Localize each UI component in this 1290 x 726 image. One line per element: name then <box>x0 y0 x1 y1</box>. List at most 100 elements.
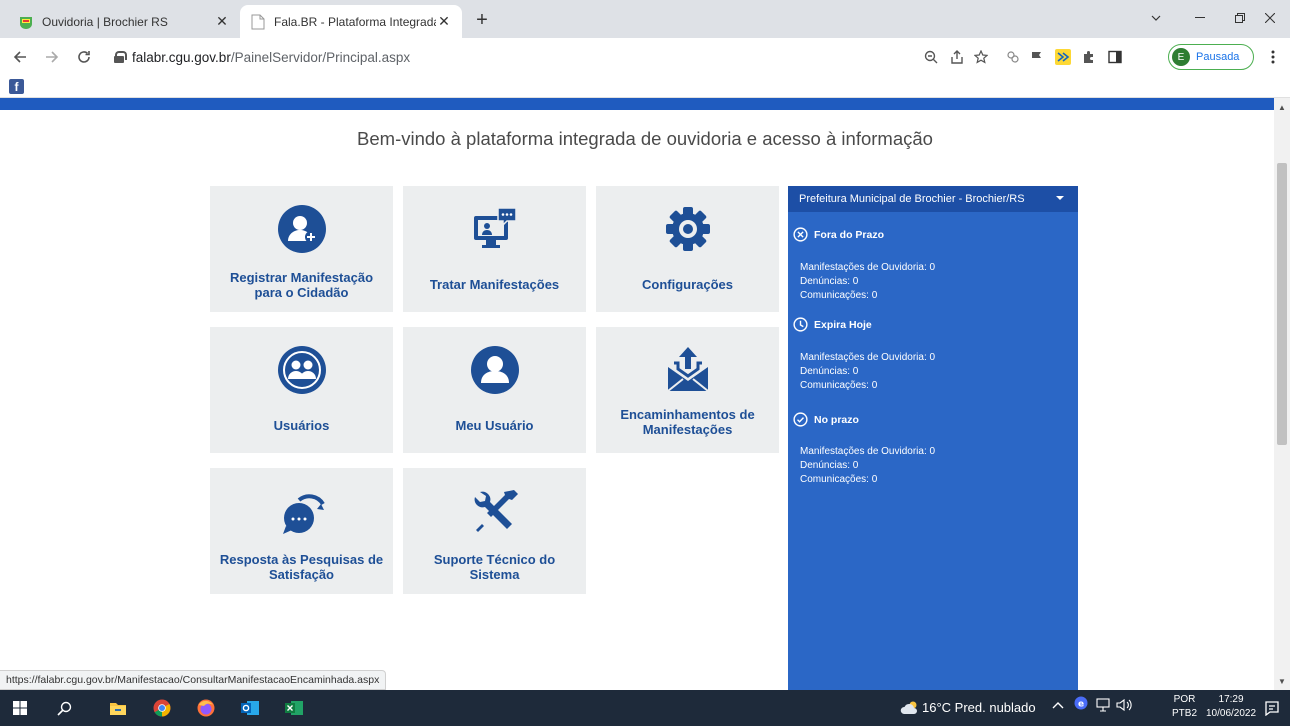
page-viewport: Bem-vindo à plataforma integrada de ouvi… <box>0 98 1290 690</box>
extensions-puzzle-icon[interactable] <box>1078 46 1100 68</box>
weather-text[interactable]: 16°C Pred. nublado <box>922 700 1036 715</box>
tab-ouvidoria[interactable]: Ouvidoria | Brochier RS ✕ <box>8 5 240 38</box>
list-item: Manifestações de Ouvidoria: 0 <box>800 352 936 363</box>
organization-name: Prefeitura Municipal de Brochier - Broch… <box>799 193 1025 205</box>
card-label: Meu Usuário <box>455 418 534 433</box>
zoom-icon[interactable] <box>920 46 942 68</box>
card-label: Resposta às Pesquisas de Satisfação <box>219 552 384 582</box>
card-encaminhamentos[interactable]: Encaminhamentos de Manifestações <box>596 327 779 453</box>
outlook-icon[interactable] <box>238 696 262 720</box>
card-label: Registrar Manifestação para o Cidadão <box>229 270 374 300</box>
svg-text:e: e <box>1078 700 1084 710</box>
clock[interactable]: 17:29 10/06/2022 <box>1206 693 1256 721</box>
extension-flag-icon[interactable] <box>1026 46 1048 68</box>
card-meu-usuario[interactable]: Meu Usuário <box>403 327 586 453</box>
forward-icon[interactable] <box>40 45 64 69</box>
card-suporte-tecnico[interactable]: Suporte Técnico do Sistema <box>403 468 586 594</box>
tools-icon <box>403 486 586 536</box>
browser-toolbar: falabr.cgu.gov.br/PainelServidor/Princip… <box>0 38 1290 76</box>
chat-bubble-icon <box>210 486 393 536</box>
search-icon[interactable] <box>52 696 76 720</box>
side-panel-icon[interactable] <box>1104 46 1126 68</box>
card-registrar-manifestacao[interactable]: Registrar Manifestação para o Cidadão <box>210 186 393 312</box>
minimize-icon[interactable] <box>1180 4 1220 32</box>
section-fora-do-prazo: Fora do Prazo <box>793 227 884 242</box>
tab-fala-br[interactable]: Fala.BR - Plataforma Integrada de ✕ <box>240 5 462 38</box>
clock-icon <box>793 317 808 332</box>
url-text: falabr.cgu.gov.br/PainelServidor/Princip… <box>132 49 411 65</box>
gear-icon <box>596 204 779 254</box>
back-icon[interactable] <box>8 45 32 69</box>
page-title: Bem-vindo à plataforma integrada de ouvi… <box>357 128 933 149</box>
network-icon[interactable] <box>1096 698 1112 715</box>
card-resposta-pesquisas[interactable]: Resposta às Pesquisas de Satisfação <box>210 468 393 594</box>
section-no-prazo: No prazo <box>793 412 859 427</box>
x-circle-icon <box>793 227 808 242</box>
new-tab-button[interactable]: + <box>470 9 494 33</box>
weather-cloud-icon <box>898 696 922 720</box>
language-indicator[interactable]: POR PTB2 <box>1172 693 1197 721</box>
users-icon <box>210 345 393 395</box>
reload-icon[interactable] <box>72 45 96 69</box>
card-label: Suporte Técnico do Sistema <box>433 552 556 582</box>
monitor-chat-icon <box>403 204 586 254</box>
tab-search-icon[interactable] <box>1136 4 1176 32</box>
header-strip <box>0 98 1274 110</box>
list-item: Manifestações de Ouvidoria: 0 <box>800 446 936 457</box>
list-item: Comunicações: 0 <box>800 380 878 391</box>
profile-button[interactable]: E Pausada <box>1168 44 1254 70</box>
menu-dots-icon[interactable] <box>1262 46 1284 68</box>
bookmarks-bar: f <box>0 76 1290 98</box>
scroll-thumb[interactable] <box>1277 163 1287 445</box>
card-tratar-manifestacoes[interactable]: Tratar Manifestações <box>403 186 586 312</box>
lock-icon <box>114 51 127 63</box>
extension-link-icon[interactable] <box>1002 46 1024 68</box>
card-configuracoes[interactable]: Configurações <box>596 186 779 312</box>
firefox-icon[interactable] <box>194 696 218 720</box>
list-item: Denúncias: 0 <box>800 276 859 287</box>
file-explorer-icon[interactable] <box>106 696 130 720</box>
add-user-icon <box>210 204 393 254</box>
windows-start-icon[interactable] <box>8 696 32 720</box>
list-item: Manifestações de Ouvidoria: 0 <box>800 262 936 273</box>
organization-select[interactable]: Prefeitura Municipal de Brochier - Broch… <box>788 186 1078 212</box>
list-item: Denúncias: 0 <box>800 460 859 471</box>
status-panel: Prefeitura Municipal de Brochier - Broch… <box>788 186 1078 690</box>
brochier-favicon-icon <box>18 14 34 30</box>
tab-bar: Ouvidoria | Brochier RS ✕ Fala.BR - Plat… <box>0 0 1290 38</box>
card-usuarios[interactable]: Usuários <box>210 327 393 453</box>
card-label: Tratar Manifestações <box>429 277 560 292</box>
card-label: Configurações <box>641 277 733 292</box>
close-tab-icon[interactable]: ✕ <box>436 13 452 30</box>
extension-bank-icon[interactable] <box>1052 46 1074 68</box>
facebook-bookmark-icon[interactable]: f <box>9 79 24 94</box>
chevron-down-icon <box>1056 196 1064 200</box>
address-bar[interactable]: falabr.cgu.gov.br/PainelServidor/Princip… <box>108 43 988 71</box>
check-circle-icon <box>793 412 808 427</box>
tab-title: Ouvidoria | Brochier RS <box>42 14 168 29</box>
close-tab-icon[interactable]: ✕ <box>214 13 230 30</box>
page-scrollbar[interactable]: ▲ ▼ <box>1274 98 1290 690</box>
volume-icon[interactable] <box>1116 698 1132 715</box>
tab-title: Fala.BR - Plataforma Integrada de <box>274 14 436 29</box>
chevron-up-icon[interactable] <box>1052 698 1064 712</box>
excel-icon[interactable] <box>282 696 306 720</box>
card-label: Usuários <box>273 418 330 433</box>
scroll-up-icon[interactable]: ▲ <box>1274 100 1290 114</box>
tray-app-icon[interactable]: e <box>1074 696 1088 713</box>
card-label: Encaminhamentos de Manifestações <box>620 407 755 437</box>
chrome-icon[interactable] <box>150 696 174 720</box>
profile-status: Pausada <box>1196 51 1240 63</box>
close-window-icon[interactable] <box>1250 4 1290 32</box>
scroll-down-icon[interactable]: ▼ <box>1274 674 1290 688</box>
mail-forward-icon <box>596 345 779 395</box>
share-icon[interactable] <box>946 46 968 68</box>
document-favicon-icon <box>250 14 266 30</box>
star-icon[interactable] <box>970 46 992 68</box>
notification-icon[interactable] <box>1260 696 1284 720</box>
list-item: Comunicações: 0 <box>800 474 878 485</box>
list-item: Denúncias: 0 <box>800 366 859 377</box>
list-item: Comunicações: 0 <box>800 290 878 301</box>
user-icon <box>403 345 586 395</box>
status-url: https://falabr.cgu.gov.br/Manifestacao/C… <box>0 670 387 690</box>
